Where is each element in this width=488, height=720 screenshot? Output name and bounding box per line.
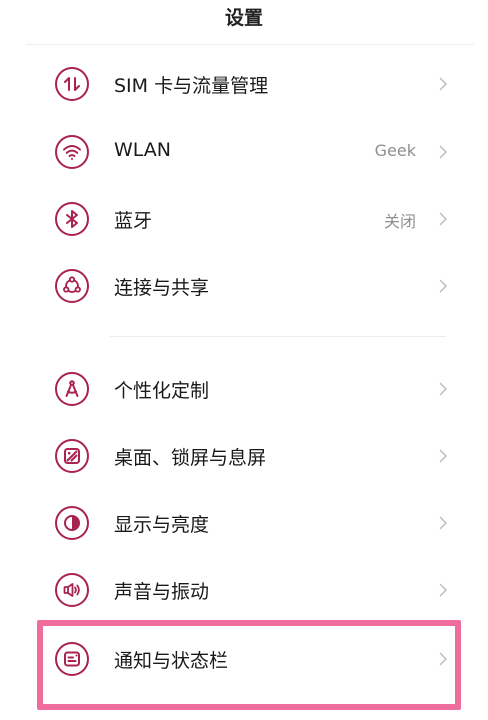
settings-item-label: 显示与亮度 [114, 514, 210, 536]
chevron-right-icon [439, 382, 447, 396]
header-divider [26, 44, 474, 45]
chevron-right-icon [439, 449, 447, 463]
sound-icon [55, 573, 89, 607]
settings-item-label: 连接与共享 [114, 277, 210, 299]
chevron-right-icon [439, 279, 447, 293]
chevron-right-icon [439, 583, 447, 597]
wifi-icon [55, 135, 89, 169]
header: 设置 [0, 0, 488, 44]
settings-item-display-brightness[interactable]: 显示与亮度 [0, 495, 488, 551]
settings-item-label: 个性化定制 [114, 380, 210, 402]
page-title: 设置 [224, 7, 263, 29]
personalization-icon [55, 372, 89, 406]
section-divider [110, 336, 446, 337]
settings-item-connection-sharing[interactable]: 连接与共享 [0, 258, 488, 314]
chevron-right-icon [439, 145, 447, 159]
display-brightness-icon [55, 506, 89, 540]
notification-icon [55, 642, 89, 676]
settings-item-sim-data[interactable]: SIM 卡与流量管理 [0, 56, 488, 112]
bluetooth-status: 关闭 [383, 212, 416, 231]
settings-item-wlan[interactable]: WLAN Geek [0, 124, 488, 180]
chevron-right-icon [439, 212, 447, 226]
settings-item-personalization[interactable]: 个性化定制 [0, 361, 488, 417]
chevron-right-icon [439, 516, 447, 530]
settings-item-label: 蓝牙 [114, 210, 153, 232]
settings-item-label: WLAN [114, 139, 172, 161]
settings-item-label: 声音与振动 [114, 581, 210, 603]
settings-item-label: 桌面、锁屏与息屏 [114, 447, 267, 469]
wlan-network-name: Geek [374, 141, 416, 160]
settings-item-sound-vibration[interactable]: 声音与振动 [0, 562, 488, 618]
sim-data-icon [55, 67, 89, 101]
wallpaper-icon [55, 439, 89, 473]
settings-item-desktop-lockscreen[interactable]: 桌面、锁屏与息屏 [0, 428, 488, 484]
settings-item-label: SIM 卡与流量管理 [114, 75, 269, 97]
chevron-right-icon [439, 77, 447, 91]
chevron-right-icon [439, 652, 447, 666]
bluetooth-icon [55, 202, 89, 236]
settings-item-bluetooth[interactable]: 蓝牙 关闭 [0, 191, 488, 247]
share-connection-icon [55, 269, 89, 303]
settings-item-label: 通知与状态栏 [114, 650, 229, 672]
settings-item-notifications-statusbar[interactable]: 通知与状态栏 [0, 631, 488, 687]
